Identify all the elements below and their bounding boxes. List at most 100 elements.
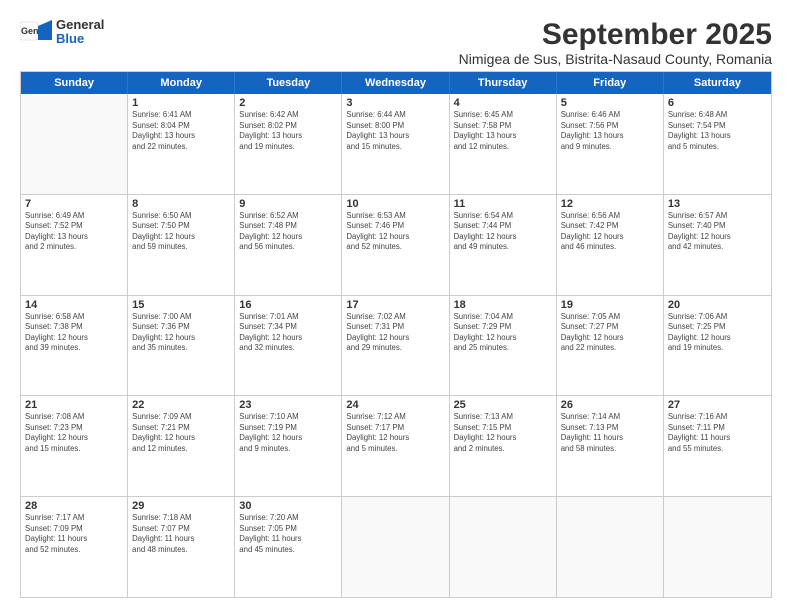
cell-info: Sunrise: 6:49 AM Sunset: 7:52 PM Dayligh… xyxy=(25,211,123,253)
day-number: 3 xyxy=(346,97,444,109)
calendar-cell: 8Sunrise: 6:50 AM Sunset: 7:50 PM Daylig… xyxy=(128,195,235,295)
calendar-week-3: 14Sunrise: 6:58 AM Sunset: 7:38 PM Dayli… xyxy=(21,296,771,397)
day-number: 28 xyxy=(25,500,123,512)
calendar-week-2: 7Sunrise: 6:49 AM Sunset: 7:52 PM Daylig… xyxy=(21,195,771,296)
day-number: 5 xyxy=(561,97,659,109)
cell-info: Sunrise: 6:56 AM Sunset: 7:42 PM Dayligh… xyxy=(561,211,659,253)
cell-info: Sunrise: 7:06 AM Sunset: 7:25 PM Dayligh… xyxy=(668,312,767,354)
day-number: 22 xyxy=(132,399,230,411)
cell-info: Sunrise: 7:16 AM Sunset: 7:11 PM Dayligh… xyxy=(668,412,767,454)
header-day-sunday: Sunday xyxy=(21,72,128,94)
calendar-cell: 29Sunrise: 7:18 AM Sunset: 7:07 PM Dayli… xyxy=(128,497,235,597)
cell-info: Sunrise: 6:54 AM Sunset: 7:44 PM Dayligh… xyxy=(454,211,552,253)
header-day-saturday: Saturday xyxy=(664,72,771,94)
day-number: 16 xyxy=(239,299,337,311)
day-number: 10 xyxy=(346,198,444,210)
logo-general-text: General xyxy=(56,18,104,32)
page-title: September 2025 xyxy=(459,18,772,51)
day-number: 17 xyxy=(346,299,444,311)
cell-info: Sunrise: 7:17 AM Sunset: 7:09 PM Dayligh… xyxy=(25,513,123,555)
calendar-cell: 12Sunrise: 6:56 AM Sunset: 7:42 PM Dayli… xyxy=(557,195,664,295)
calendar-cell: 22Sunrise: 7:09 AM Sunset: 7:21 PM Dayli… xyxy=(128,396,235,496)
day-number: 26 xyxy=(561,399,659,411)
calendar-cell: 20Sunrise: 7:06 AM Sunset: 7:25 PM Dayli… xyxy=(664,296,771,396)
day-number: 6 xyxy=(668,97,767,109)
header-day-thursday: Thursday xyxy=(450,72,557,94)
cell-info: Sunrise: 6:58 AM Sunset: 7:38 PM Dayligh… xyxy=(25,312,123,354)
calendar-cell: 13Sunrise: 6:57 AM Sunset: 7:40 PM Dayli… xyxy=(664,195,771,295)
calendar-cell: 30Sunrise: 7:20 AM Sunset: 7:05 PM Dayli… xyxy=(235,497,342,597)
calendar-week-5: 28Sunrise: 7:17 AM Sunset: 7:09 PM Dayli… xyxy=(21,497,771,598)
day-number: 2 xyxy=(239,97,337,109)
cell-info: Sunrise: 6:46 AM Sunset: 7:56 PM Dayligh… xyxy=(561,110,659,152)
cell-info: Sunrise: 7:20 AM Sunset: 7:05 PM Dayligh… xyxy=(239,513,337,555)
calendar-cell: 2Sunrise: 6:42 AM Sunset: 8:02 PM Daylig… xyxy=(235,94,342,194)
cell-info: Sunrise: 6:48 AM Sunset: 7:54 PM Dayligh… xyxy=(668,110,767,152)
day-number: 11 xyxy=(454,198,552,210)
calendar-cell: 14Sunrise: 6:58 AM Sunset: 7:38 PM Dayli… xyxy=(21,296,128,396)
cell-info: Sunrise: 7:05 AM Sunset: 7:27 PM Dayligh… xyxy=(561,312,659,354)
day-number: 15 xyxy=(132,299,230,311)
calendar-cell: 4Sunrise: 6:45 AM Sunset: 7:58 PM Daylig… xyxy=(450,94,557,194)
cell-info: Sunrise: 6:44 AM Sunset: 8:00 PM Dayligh… xyxy=(346,110,444,152)
cell-info: Sunrise: 6:57 AM Sunset: 7:40 PM Dayligh… xyxy=(668,211,767,253)
calendar-week-1: 1Sunrise: 6:41 AM Sunset: 8:04 PM Daylig… xyxy=(21,94,771,195)
calendar-cell: 18Sunrise: 7:04 AM Sunset: 7:29 PM Dayli… xyxy=(450,296,557,396)
header-day-tuesday: Tuesday xyxy=(235,72,342,94)
calendar-cell: 6Sunrise: 6:48 AM Sunset: 7:54 PM Daylig… xyxy=(664,94,771,194)
calendar-cell: 25Sunrise: 7:13 AM Sunset: 7:15 PM Dayli… xyxy=(450,396,557,496)
page-header: General General Blue September 2025 Nimi… xyxy=(20,18,772,67)
calendar-cell: 17Sunrise: 7:02 AM Sunset: 7:31 PM Dayli… xyxy=(342,296,449,396)
day-number: 9 xyxy=(239,198,337,210)
cell-info: Sunrise: 6:45 AM Sunset: 7:58 PM Dayligh… xyxy=(454,110,552,152)
logo-icon: General xyxy=(20,18,52,46)
day-number: 23 xyxy=(239,399,337,411)
day-number: 24 xyxy=(346,399,444,411)
cell-info: Sunrise: 6:41 AM Sunset: 8:04 PM Dayligh… xyxy=(132,110,230,152)
cell-info: Sunrise: 7:00 AM Sunset: 7:36 PM Dayligh… xyxy=(132,312,230,354)
day-number: 12 xyxy=(561,198,659,210)
calendar-body: 1Sunrise: 6:41 AM Sunset: 8:04 PM Daylig… xyxy=(21,94,771,598)
day-number: 29 xyxy=(132,500,230,512)
calendar-cell: 27Sunrise: 7:16 AM Sunset: 7:11 PM Dayli… xyxy=(664,396,771,496)
calendar-cell: 9Sunrise: 6:52 AM Sunset: 7:48 PM Daylig… xyxy=(235,195,342,295)
cell-info: Sunrise: 6:42 AM Sunset: 8:02 PM Dayligh… xyxy=(239,110,337,152)
day-number: 27 xyxy=(668,399,767,411)
calendar-cell: 23Sunrise: 7:10 AM Sunset: 7:19 PM Dayli… xyxy=(235,396,342,496)
cell-info: Sunrise: 7:13 AM Sunset: 7:15 PM Dayligh… xyxy=(454,412,552,454)
cell-info: Sunrise: 6:53 AM Sunset: 7:46 PM Dayligh… xyxy=(346,211,444,253)
cell-info: Sunrise: 7:18 AM Sunset: 7:07 PM Dayligh… xyxy=(132,513,230,555)
header-day-monday: Monday xyxy=(128,72,235,94)
cell-info: Sunrise: 7:01 AM Sunset: 7:34 PM Dayligh… xyxy=(239,312,337,354)
day-number: 1 xyxy=(132,97,230,109)
calendar-cell: 24Sunrise: 7:12 AM Sunset: 7:17 PM Dayli… xyxy=(342,396,449,496)
calendar-cell xyxy=(342,497,449,597)
calendar-cell: 15Sunrise: 7:00 AM Sunset: 7:36 PM Dayli… xyxy=(128,296,235,396)
calendar-header: SundayMondayTuesdayWednesdayThursdayFrid… xyxy=(21,72,771,94)
day-number: 8 xyxy=(132,198,230,210)
calendar-cell: 7Sunrise: 6:49 AM Sunset: 7:52 PM Daylig… xyxy=(21,195,128,295)
page-subtitle: Nimigea de Sus, Bistrita-Nasaud County, … xyxy=(459,51,772,67)
title-block: September 2025 Nimigea de Sus, Bistrita-… xyxy=(459,18,772,67)
calendar-cell xyxy=(557,497,664,597)
cell-info: Sunrise: 7:02 AM Sunset: 7:31 PM Dayligh… xyxy=(346,312,444,354)
calendar-cell: 28Sunrise: 7:17 AM Sunset: 7:09 PM Dayli… xyxy=(21,497,128,597)
day-number: 19 xyxy=(561,299,659,311)
cell-info: Sunrise: 6:50 AM Sunset: 7:50 PM Dayligh… xyxy=(132,211,230,253)
calendar-week-4: 21Sunrise: 7:08 AM Sunset: 7:23 PM Dayli… xyxy=(21,396,771,497)
logo: General General Blue xyxy=(20,18,104,47)
calendar-cell: 19Sunrise: 7:05 AM Sunset: 7:27 PM Dayli… xyxy=(557,296,664,396)
calendar-cell xyxy=(21,94,128,194)
day-number: 25 xyxy=(454,399,552,411)
day-number: 18 xyxy=(454,299,552,311)
day-number: 7 xyxy=(25,198,123,210)
day-number: 13 xyxy=(668,198,767,210)
logo-blue-text: Blue xyxy=(56,32,104,46)
day-number: 30 xyxy=(239,500,337,512)
header-day-friday: Friday xyxy=(557,72,664,94)
cell-info: Sunrise: 7:09 AM Sunset: 7:21 PM Dayligh… xyxy=(132,412,230,454)
calendar-cell: 1Sunrise: 6:41 AM Sunset: 8:04 PM Daylig… xyxy=(128,94,235,194)
cell-info: Sunrise: 7:08 AM Sunset: 7:23 PM Dayligh… xyxy=(25,412,123,454)
day-number: 14 xyxy=(25,299,123,311)
calendar-cell: 21Sunrise: 7:08 AM Sunset: 7:23 PM Dayli… xyxy=(21,396,128,496)
